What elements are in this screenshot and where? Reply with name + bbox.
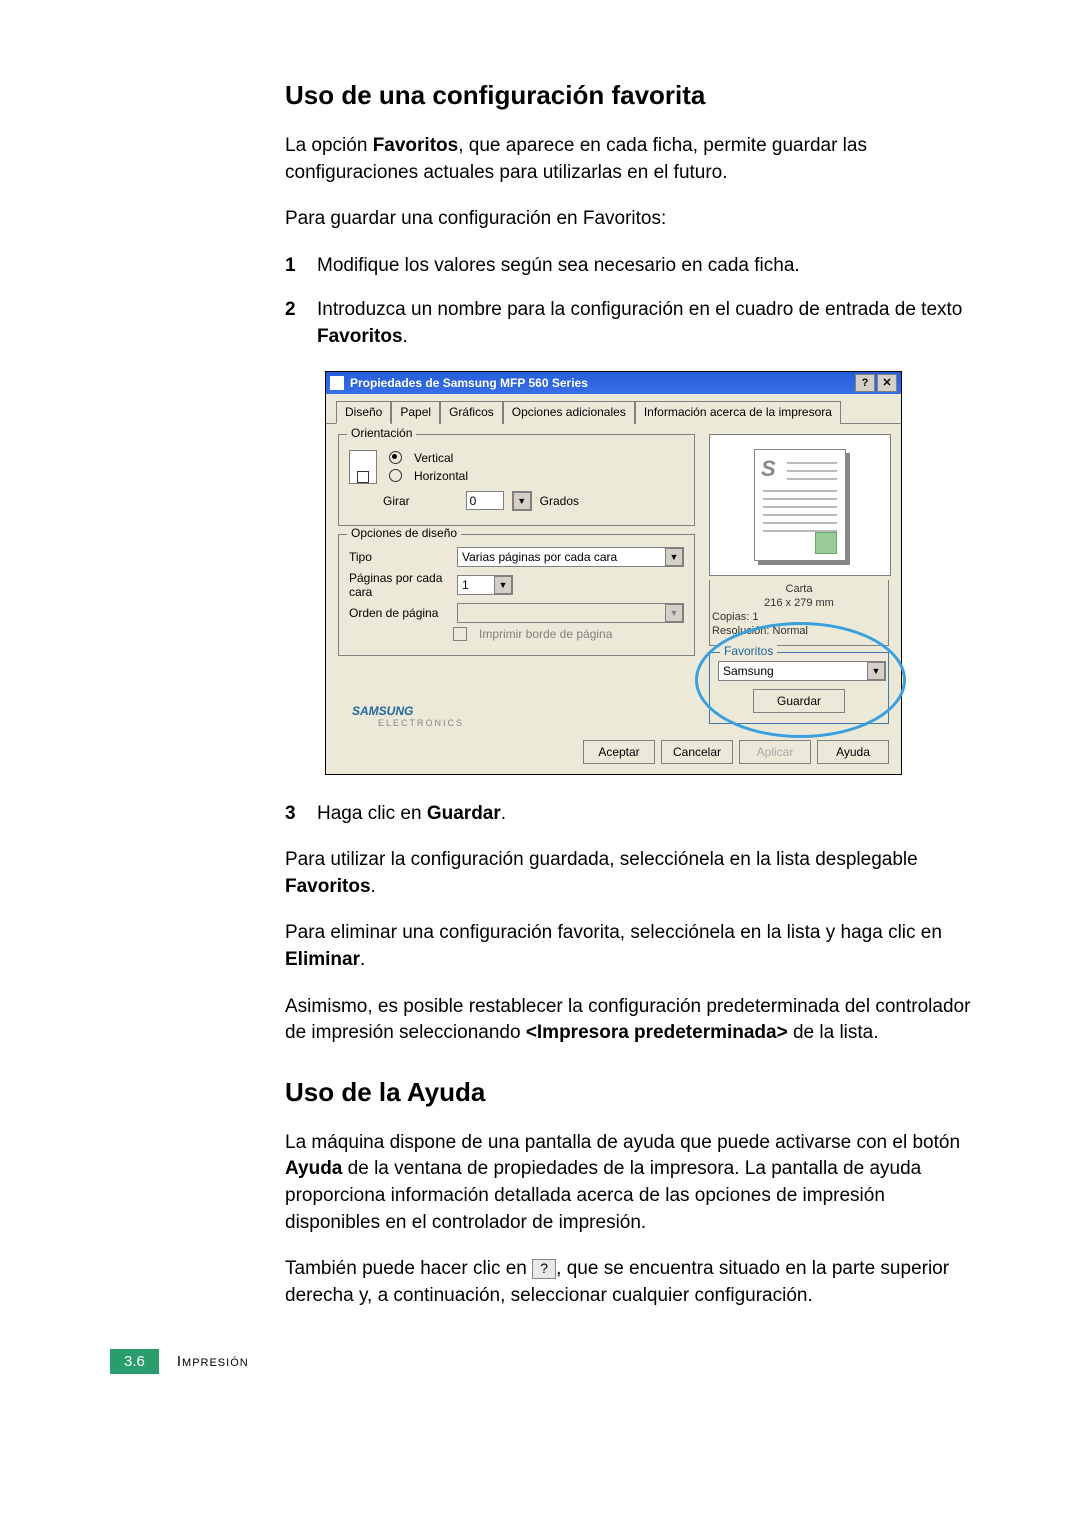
section1-p1: La opción Favoritos, que aparece en cada… bbox=[285, 133, 985, 186]
step-2: 2 Introduzca un nombre para la configura… bbox=[285, 297, 985, 350]
girar-input[interactable]: 0 bbox=[466, 491, 504, 510]
orientation-thumb-icon bbox=[349, 450, 377, 484]
radio-vertical[interactable]: Vertical bbox=[389, 451, 468, 465]
layout-options-legend: Opciones de diseño bbox=[347, 526, 461, 540]
guardar-button[interactable]: Guardar bbox=[753, 689, 845, 713]
dialog-titlebar: Propiedades de Samsung MFP 560 Series ? … bbox=[326, 372, 901, 394]
page-footer: 3.6 Impresión bbox=[110, 1349, 990, 1374]
tab-papel[interactable]: Papel bbox=[391, 401, 440, 424]
printer-icon bbox=[330, 376, 344, 390]
favoritos-select[interactable]: Samsung▼ bbox=[718, 661, 886, 681]
step-3: 3 Haga clic en Guardar. bbox=[285, 801, 985, 828]
tab-informacion-impresora[interactable]: Información acerca de la impresora bbox=[635, 401, 841, 424]
grados-label: Grados bbox=[540, 494, 579, 508]
ayuda-button[interactable]: Ayuda bbox=[817, 740, 889, 764]
tipo-label: Tipo bbox=[349, 550, 449, 564]
orientation-group: Orientación Vertical Horizontal bbox=[338, 434, 695, 526]
tipo-select[interactable]: Varias páginas por cada cara▼ bbox=[457, 547, 684, 567]
step-1: 1 Modifique los valores según sea necesa… bbox=[285, 253, 985, 280]
cancelar-button[interactable]: Cancelar bbox=[661, 740, 733, 764]
borde-checkbox bbox=[453, 627, 467, 641]
girar-stepdown[interactable]: ▼ bbox=[512, 491, 532, 511]
printer-properties-dialog: Propiedades de Samsung MFP 560 Series ? … bbox=[325, 371, 902, 775]
section2-p1: La máquina dispone de una pantalla de ay… bbox=[285, 1130, 985, 1236]
page-preview: S bbox=[709, 434, 891, 576]
footer-section-label: Impresión bbox=[177, 1353, 249, 1370]
dialog-button-row: Aceptar Cancelar Aplicar Ayuda bbox=[326, 734, 901, 774]
borde-label: Imprimir borde de página bbox=[479, 627, 612, 641]
section2-title: Uso de la Ayuda bbox=[285, 1077, 990, 1108]
dialog-title: Propiedades de Samsung MFP 560 Series bbox=[350, 376, 588, 390]
tab-opciones-adicionales[interactable]: Opciones adicionales bbox=[503, 401, 635, 424]
section1-p3: Para utilizar la configuración guardada,… bbox=[285, 847, 985, 900]
tab-graficos[interactable]: Gráficos bbox=[440, 401, 503, 424]
orden-label: Orden de página bbox=[349, 606, 449, 620]
ppc-label: Páginas por cada cara bbox=[349, 571, 449, 599]
orden-select: ▼ bbox=[457, 603, 684, 623]
ppc-select[interactable]: 1▼ bbox=[457, 575, 513, 595]
tab-diseno[interactable]: Diseño bbox=[336, 401, 391, 424]
help-icon: ? bbox=[532, 1259, 556, 1279]
section1-title: Uso de una configuración favorita bbox=[285, 80, 990, 111]
section2-p2: También puede hacer clic en ?, que se en… bbox=[285, 1256, 985, 1309]
tabs-row: Diseño Papel Gráficos Opciones adicional… bbox=[326, 394, 901, 424]
radio-horizontal[interactable]: Horizontal bbox=[389, 469, 468, 483]
titlebar-close-button[interactable]: ✕ bbox=[877, 374, 897, 392]
favoritos-legend: Favoritos bbox=[720, 644, 777, 658]
aceptar-button[interactable]: Aceptar bbox=[583, 740, 655, 764]
section1-p5: Asimismo, es posible restablecer la conf… bbox=[285, 994, 985, 1047]
girar-label: Girar bbox=[383, 494, 410, 508]
samsung-logo: SAMSUNG bbox=[338, 704, 695, 718]
titlebar-help-button[interactable]: ? bbox=[855, 374, 875, 392]
favoritos-group: Favoritos Samsung▼ Guardar bbox=[709, 652, 889, 724]
samsung-sublogo: ELECTRONICS bbox=[338, 718, 695, 728]
section1-p2: Para guardar una configuración en Favori… bbox=[285, 206, 985, 233]
orientation-legend: Orientación bbox=[347, 426, 416, 440]
aplicar-button: Aplicar bbox=[739, 740, 811, 764]
page-number-badge: 3.6 bbox=[110, 1349, 159, 1374]
preview-info: Carta 216 x 279 mm Copias: 1 Resolución:… bbox=[709, 580, 889, 646]
layout-options-group: Opciones de diseño Tipo Varias páginas p… bbox=[338, 534, 695, 656]
section1-p4: Para eliminar una configuración favorita… bbox=[285, 920, 985, 973]
